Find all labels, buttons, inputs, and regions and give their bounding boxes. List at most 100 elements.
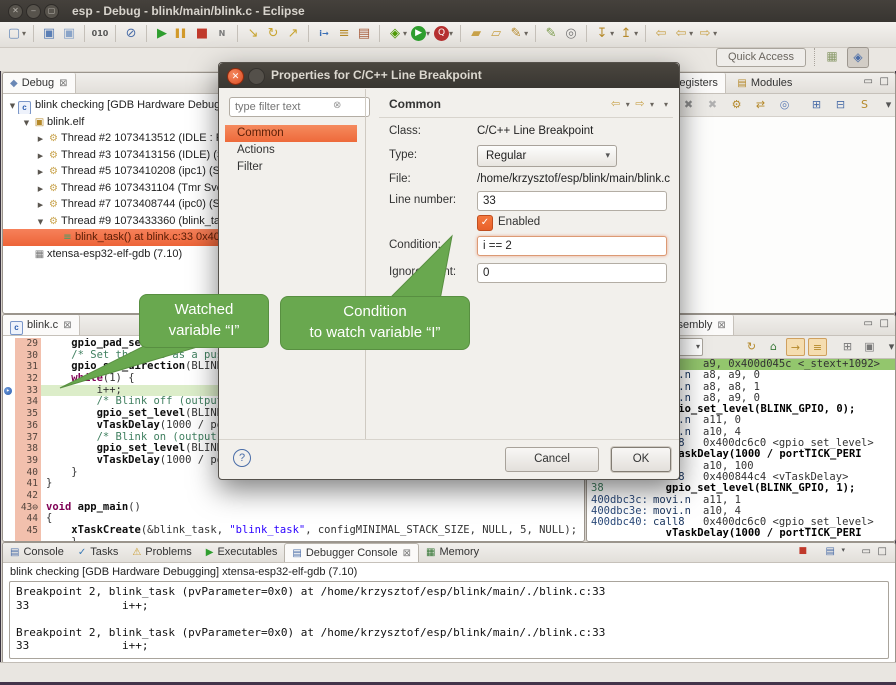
annotate-icon[interactable]: ✎ xyxy=(506,24,526,44)
run-dropdown-icon[interactable]: ▾ xyxy=(426,22,430,46)
expander-open-icon[interactable]: ▼ xyxy=(7,98,18,114)
close-icon[interactable]: ⊠ xyxy=(63,320,71,331)
dialog-close-button[interactable]: ✕ xyxy=(227,68,244,85)
debug-icon[interactable]: ◈ xyxy=(385,24,405,44)
minimize-icon[interactable]: ▭ xyxy=(864,76,873,87)
back-dropdown-icon[interactable]: ▾ xyxy=(689,22,693,46)
save-icon[interactable]: ▣ xyxy=(39,24,59,44)
open-new-view-icon[interactable]: ⊞ xyxy=(838,338,857,356)
dialog-minimize-button[interactable] xyxy=(248,68,265,85)
expander-closed-icon[interactable]: ▶ xyxy=(35,164,46,180)
expander-open-icon[interactable]: ▼ xyxy=(21,115,32,131)
cast-icon[interactable]: S xyxy=(855,96,874,114)
window-maximize-button[interactable]: ▢ xyxy=(44,4,59,19)
open-resource-icon[interactable]: ▱ xyxy=(486,24,506,44)
breakpoint-icon[interactable]: ▸ xyxy=(4,387,12,395)
console-output[interactable]: Breakpoint 2, blink_task (pvParameter=0x… xyxy=(9,581,889,659)
skip-breakpoints-icon[interactable]: ⊘ xyxy=(121,24,141,44)
view-menu-icon[interactable]: ▾ xyxy=(879,96,896,114)
last-edit-location-dropdown-icon[interactable]: ▾ xyxy=(610,22,614,46)
copy-view-icon[interactable]: ▣ xyxy=(860,338,879,356)
ok-button[interactable]: OK xyxy=(611,447,671,472)
disconnect-icon[interactable]: N xyxy=(212,24,232,44)
type-select[interactable]: Regular▾ xyxy=(477,145,617,167)
quick-access-button[interactable]: Quick Access xyxy=(716,48,806,67)
open-element-icon[interactable]: ▰ xyxy=(466,24,486,44)
dialog-nav-actions[interactable]: Actions xyxy=(225,142,357,159)
terminate-icon[interactable]: ■ xyxy=(192,24,212,44)
nav-arrows[interactable]: ⇦ ▾ ⇨ ▾ ▾ xyxy=(611,97,669,110)
tab-blink-c[interactable]: cblink.c⊠ xyxy=(3,315,80,335)
tab-debug[interactable]: ◆Debug⊠ xyxy=(3,73,76,93)
cancel-button[interactable]: Cancel xyxy=(505,447,599,472)
view-menu-icon[interactable]: ▾ xyxy=(882,338,896,356)
minimize-icon[interactable]: ▭ xyxy=(864,318,873,329)
external-tools-icon[interactable]: Q xyxy=(434,26,449,41)
breakpoint-gutter[interactable]: ▸ xyxy=(3,385,15,397)
export-icon[interactable]: ⇄ xyxy=(751,96,770,114)
show-source-icon[interactable]: ≡ xyxy=(808,338,827,356)
mark-occurrences-icon[interactable]: ◎ xyxy=(561,24,581,44)
tab-debugger-console[interactable]: ▤Debugger Console⊠ xyxy=(284,543,419,562)
forward-icon[interactable]: ⇨ xyxy=(695,24,715,44)
instruction-stepping-icon[interactable]: i→ xyxy=(314,24,334,44)
back-icon[interactable]: ⇦ xyxy=(671,24,691,44)
dialog-nav-filter[interactable]: Filter xyxy=(225,159,357,176)
step-into-icon[interactable]: ↘ xyxy=(243,24,263,44)
pin-view-icon[interactable]: ◎ xyxy=(775,96,794,114)
resume-icon[interactable]: ▶ xyxy=(152,24,172,44)
chevron-down-icon[interactable]: ▾ xyxy=(841,546,845,554)
open-perspective-icon[interactable]: ▦ xyxy=(822,47,842,66)
debug-perspective-icon[interactable]: ◈ xyxy=(847,47,869,68)
close-icon[interactable]: ⊠ xyxy=(59,78,67,89)
refresh-icon[interactable]: ↻ xyxy=(742,338,761,356)
pin-editor-icon[interactable]: ↥ xyxy=(616,24,636,44)
new-wizard-dropdown-icon[interactable]: ▾ xyxy=(22,22,26,46)
window-close-button[interactable]: ✕ xyxy=(8,4,23,19)
ignore-count-input[interactable] xyxy=(477,263,667,283)
expander-closed-icon[interactable]: ▶ xyxy=(35,181,46,197)
format-icon[interactable]: ✎ xyxy=(541,24,561,44)
maximize-icon[interactable]: □ xyxy=(878,546,887,557)
minimize-icon[interactable]: ▭ xyxy=(862,546,871,557)
annotate-dropdown-icon[interactable]: ▾ xyxy=(524,22,528,46)
binary-icon[interactable]: 010 xyxy=(90,24,110,44)
suspend-icon[interactable]: ▌▌ xyxy=(172,24,192,44)
close-icon[interactable]: ⊠ xyxy=(403,548,411,559)
remove-all-icon[interactable]: ✖ xyxy=(703,96,722,114)
maximize-icon[interactable]: □ xyxy=(880,76,889,87)
run-icon[interactable]: ▶ xyxy=(411,26,426,41)
pin-editor-dropdown-icon[interactable]: ▾ xyxy=(634,22,638,46)
last-location-icon[interactable]: ⇦ xyxy=(651,24,671,44)
tab-console[interactable]: ▤Console xyxy=(3,543,71,561)
tab-problems[interactable]: ⚠Problems xyxy=(125,543,198,561)
close-icon[interactable]: ⊠ xyxy=(717,320,725,331)
tab-modules[interactable]: ▤Modules xyxy=(730,73,799,93)
forward-dropdown-icon[interactable]: ▾ xyxy=(713,22,717,46)
display-console-icon[interactable]: ▤ xyxy=(826,546,835,557)
expander-closed-icon[interactable]: ▶ xyxy=(35,148,46,164)
line-number-input[interactable] xyxy=(477,191,667,211)
clear-filter-icon[interactable]: ⊗ xyxy=(333,100,341,111)
external-tools-dropdown-icon[interactable]: ▾ xyxy=(449,22,453,46)
sync-active-context-icon[interactable]: → xyxy=(786,338,805,356)
terminate-icon[interactable]: ■ xyxy=(798,546,807,556)
condition-input[interactable] xyxy=(477,236,667,256)
tab-tasks[interactable]: ✓Tasks xyxy=(71,543,126,561)
step-return-icon[interactable]: ↗ xyxy=(283,24,303,44)
chevron-down-icon[interactable]: ▾ xyxy=(696,339,700,355)
help-icon[interactable]: ? xyxy=(233,449,251,467)
enabled-checkbox[interactable]: ✓ xyxy=(477,215,493,231)
expander-closed-icon[interactable]: ▶ xyxy=(35,197,46,213)
expander-open-icon[interactable]: ▼ xyxy=(35,214,46,230)
remove-selected-icon[interactable]: ✖ xyxy=(679,96,698,114)
save-all-icon[interactable]: ▣ xyxy=(59,24,79,44)
settings-icon[interactable]: ⚙ xyxy=(727,96,746,114)
tab-memory[interactable]: ▦Memory xyxy=(419,543,486,561)
expand-all-icon[interactable]: ⊞ xyxy=(807,96,826,114)
home-icon[interactable]: ⌂ xyxy=(764,338,783,356)
debug-dropdown-icon[interactable]: ▾ xyxy=(403,22,407,46)
window-minimize-button[interactable]: – xyxy=(26,4,41,19)
new-wizard-icon[interactable]: ▢ xyxy=(4,24,24,44)
collapse-all-icon[interactable]: ⊟ xyxy=(831,96,850,114)
